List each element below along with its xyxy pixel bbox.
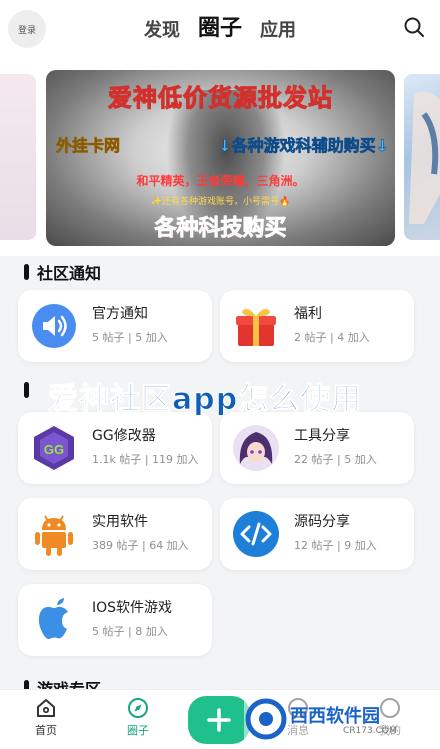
card-stats: 1.1k 帖子 | 119 加入 (92, 453, 199, 466)
section-bar (24, 264, 29, 280)
card-name: 实用软件 (92, 514, 148, 530)
card-name: 工具分享 (294, 428, 350, 444)
gift-icon (236, 308, 276, 346)
apple-icon (38, 598, 68, 639)
banner-carousel[interactable]: 爱神低价货源批发站 外挂卡网 ↓各种游戏科辅助购买↓ 和平精英，王者荣耀，三角洲… (0, 58, 440, 256)
add-post-button[interactable] (188, 696, 250, 744)
banner-title: 爱神低价货源批发站 (108, 84, 333, 113)
anime-avatar-icon (233, 425, 279, 471)
card-name: 福利 (294, 306, 322, 322)
banner-note: ✨还有各种游戏账号，小号需号🔥 (150, 197, 291, 207)
banner-buy: ↓各种游戏科辅助购买↓ (218, 136, 389, 156)
card-name: 源码分享 (294, 514, 350, 530)
home-icon (37, 699, 55, 717)
circle-card-official-notice[interactable]: 官方通知 5 帖子 | 5 加入 (18, 290, 212, 362)
card-stats: 5 帖子 | 8 加入 (92, 625, 168, 638)
circle-card-source-share[interactable]: 源码分享 12 帖子 | 9 加入 (220, 498, 414, 570)
circle-card-welfare[interactable]: 福利 2 帖子 | 4 加入 (220, 290, 414, 362)
banner-games: 和平精英，王者荣耀，三角洲。 (136, 174, 305, 188)
banner-shop: 外挂卡网 (56, 136, 121, 156)
tab-discover[interactable]: 发现 (144, 16, 180, 46)
code-icon (233, 511, 279, 557)
section-community-notice: 社区通知 (24, 260, 101, 284)
svg-text:GG: GG (44, 442, 64, 457)
card-stats: 5 帖子 | 5 加入 (92, 331, 168, 344)
nav-label: 首页 (35, 724, 57, 737)
watermark-sub: CR173.COM (343, 726, 397, 736)
search-icon[interactable] (402, 15, 426, 39)
android-icon (35, 515, 73, 556)
overlay-caption: 爱神社区app怎么使用 (47, 382, 363, 418)
section-bar (24, 382, 29, 398)
section-title-text: 社区通知 (37, 264, 102, 283)
card-stats: 389 帖子 | 64 加入 (92, 539, 189, 552)
card-name: IOS软件游戏 (92, 600, 173, 616)
card-stats: 12 帖子 | 9 加入 (294, 539, 377, 552)
anime-art-icon (409, 91, 440, 224)
circle-card-gg-modifier[interactable]: GG GG修改器 1.1k 帖子 | 119 加入 (18, 412, 212, 484)
circle-card-ios-games[interactable]: IOS软件游戏 5 帖子 | 8 加入 (18, 584, 212, 656)
card-stats: 2 帖子 | 4 加入 (294, 331, 370, 344)
top-bar: 登录 发现 圈子 应用 (0, 0, 440, 58)
banner-next-slide[interactable] (404, 74, 440, 240)
gg-modifier-icon: GG (34, 426, 74, 470)
banner-prev-slide[interactable] (0, 74, 36, 240)
watermark-text: 西西软件园 (290, 706, 380, 727)
nav-label: 圈子 (127, 724, 149, 737)
top-tabs: 发现 圈子 应用 (0, 10, 440, 46)
circle-card-practical-software[interactable]: 实用软件 389 帖子 | 64 加入 (18, 498, 212, 570)
banner-slide[interactable]: 爱神低价货源批发站 外挂卡网 ↓各种游戏科辅助购买↓ 和平精英，王者荣耀，三角洲… (46, 70, 395, 246)
plus-icon (207, 708, 231, 732)
tab-apps[interactable]: 应用 (260, 16, 296, 46)
circle-card-tool-share[interactable]: 工具分享 22 帖子 | 5 加入 (220, 412, 414, 484)
section-tools-partial (24, 382, 29, 398)
nav-circle[interactable]: 圈子 (108, 696, 168, 738)
card-name: GG修改器 (92, 428, 156, 444)
speaker-icon (32, 304, 76, 348)
tab-circle[interactable]: 圈子 (198, 10, 242, 46)
banner-cta: 各种科技购买 (154, 216, 287, 242)
nav-home[interactable]: 首页 (16, 696, 76, 738)
card-stats: 22 帖子 | 5 加入 (294, 453, 377, 466)
card-name: 官方通知 (92, 306, 148, 322)
banner-subline: 外挂卡网 ↓各种游戏科辅助购买↓ (56, 132, 390, 156)
compass-icon (128, 698, 148, 718)
